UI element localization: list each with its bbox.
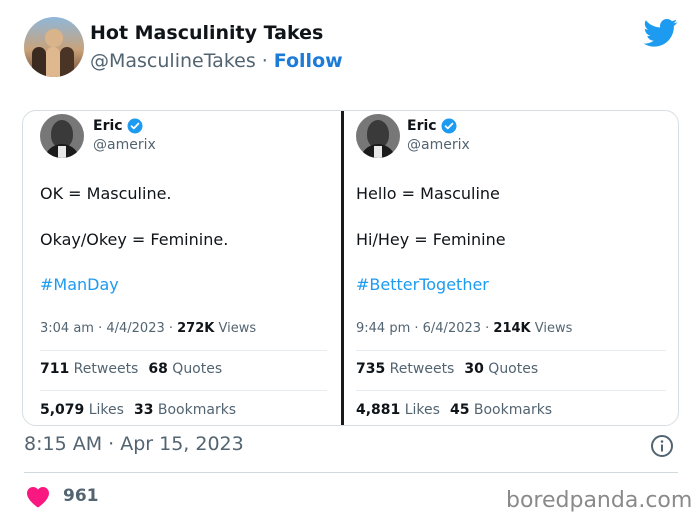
embedded-time-date: 3:04 am · 4/4/2023 ·: [40, 321, 178, 336]
embedded-meta: 9:44 pm · 6/4/2023 · 214K Views: [356, 321, 572, 336]
embedded-retweet-stats: 711 Retweets 68 Quotes: [40, 361, 222, 377]
twitter-bird-icon[interactable]: [644, 18, 678, 48]
embedded-views-count: 272K: [177, 321, 215, 336]
quotes-count: 68: [148, 361, 168, 377]
embedded-views-label: Views: [530, 321, 573, 336]
embedded-text-line: Okay/Okey = Feminine.: [40, 230, 229, 249]
divider: [40, 390, 327, 391]
separator-dot: ·: [261, 50, 268, 72]
embedded-like-stats: 4,881 Likes 45 Bookmarks: [356, 402, 552, 418]
quotes-label: Quotes: [167, 361, 223, 377]
embedded-hashtag: #ManDay: [40, 275, 119, 294]
author-handle[interactable]: @MasculineTakes: [90, 50, 256, 72]
embedded-tweet-left: Eric @amerix OK = Masculine. Okay/Okey =…: [23, 111, 341, 425]
embedded-time-date: 9:44 pm · 6/4/2023 ·: [356, 321, 494, 336]
bookmarks-label: Bookmarks: [153, 402, 237, 418]
embedded-handle: @amerix: [93, 137, 156, 153]
likes-label: Likes: [400, 402, 440, 418]
retweets-count: 735: [356, 361, 386, 377]
embedded-author-name: Eric: [407, 118, 437, 134]
likes-label: Likes: [84, 402, 124, 418]
embedded-text-line: Hi/Hey = Feminine: [356, 230, 506, 249]
likes-count: 5,079: [40, 402, 85, 418]
author-name[interactable]: Hot Masculinity Takes: [90, 22, 323, 44]
embedded-hashtag: #BetterTogether: [356, 275, 489, 294]
quotes-count: 30: [464, 361, 484, 377]
bookmarks-label: Bookmarks: [469, 402, 553, 418]
likes-count: 4,881: [356, 402, 401, 418]
retweets-label: Retweets: [385, 361, 455, 377]
embedded-views-count: 214K: [493, 321, 531, 336]
embedded-avatar: [356, 114, 400, 158]
bookmarks-count: 45: [449, 402, 470, 418]
embedded-author: Eric: [407, 118, 457, 134]
embedded-like-stats: 5,079 Likes 33 Bookmarks: [40, 402, 236, 418]
divider: [356, 350, 666, 351]
embedded-image[interactable]: Eric @amerix OK = Masculine. Okay/Okey =…: [22, 110, 679, 426]
tweet-card: Hot Masculinity Takes @MasculineTakes · Fo…: [0, 0, 700, 525]
verified-badge-icon: [127, 118, 143, 134]
embedded-author: Eric: [93, 118, 143, 134]
embedded-author-name: Eric: [93, 118, 123, 134]
bookmarks-count: 33: [133, 402, 154, 418]
divider: [40, 350, 327, 351]
embedded-meta: 3:04 am · 4/4/2023 · 272K Views: [40, 321, 256, 336]
info-icon[interactable]: [650, 434, 674, 458]
embedded-tweet-right: Eric @amerix Hello = Masculine Hi/Hey = …: [344, 111, 678, 425]
divider: [24, 472, 678, 473]
follow-button[interactable]: Follow: [274, 50, 343, 72]
author-avatar[interactable]: [24, 17, 84, 77]
quotes-label: Quotes: [483, 361, 539, 377]
like-count[interactable]: 961: [63, 486, 99, 506]
embedded-text-line: Hello = Masculine: [356, 184, 500, 203]
watermark: boredpanda.com: [506, 488, 693, 513]
verified-badge-icon: [441, 118, 457, 134]
embedded-views-label: Views: [214, 321, 257, 336]
embedded-text-line: OK = Masculine.: [40, 184, 172, 203]
tweet-timestamp[interactable]: 8:15 AM · Apr 15, 2023: [24, 433, 244, 455]
retweets-label: Retweets: [69, 361, 139, 377]
retweets-count: 711: [40, 361, 70, 377]
heart-icon[interactable]: [26, 486, 50, 508]
author-handle-row: @MasculineTakes · Follow: [90, 50, 343, 72]
embedded-handle: @amerix: [407, 137, 470, 153]
embedded-retweet-stats: 735 Retweets 30 Quotes: [356, 361, 538, 377]
divider: [356, 390, 666, 391]
embedded-avatar: [40, 114, 84, 158]
